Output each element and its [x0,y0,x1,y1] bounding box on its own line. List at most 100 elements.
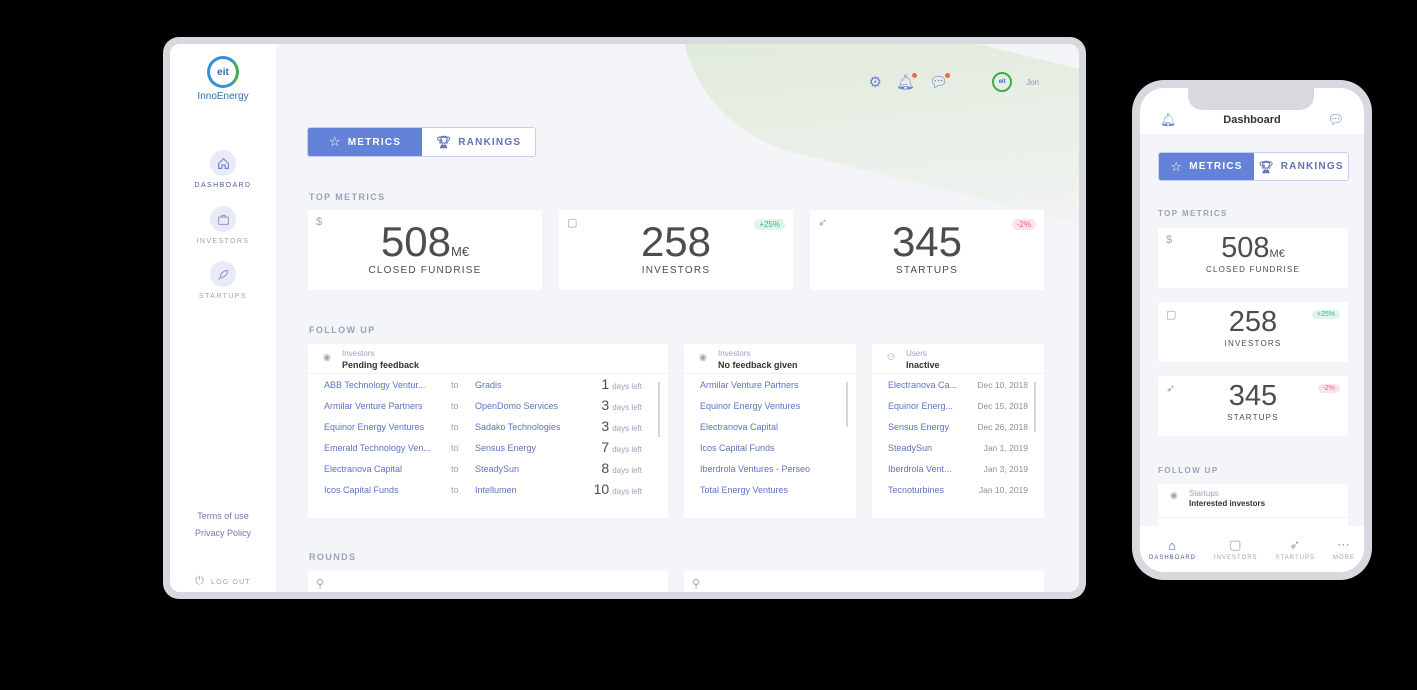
chat-icon[interactable]: 💬︎ [1327,112,1344,128]
bottom-nav-more[interactable]: ⋯ MORE [1333,537,1355,561]
investor-link[interactable]: ABB Technology Ventur... [324,380,436,390]
startup-link[interactable]: Gradis [475,380,585,390]
section-title-follow-up: FOLLOW UP [309,325,376,335]
investor-link[interactable]: Icos Capital Funds [324,485,436,495]
metric-card-startups[interactable]: ➶ -2% 345 STARTUPS [1158,376,1348,436]
terms-link[interactable]: Terms of use [170,511,276,521]
brand-logo[interactable]: eit InnoEnergy [170,56,276,102]
bottom-nav-dashboard[interactable]: ⌂ DASHBOARD [1149,538,1196,561]
list-item[interactable]: Equinor Energy Ventures [684,401,856,422]
followup-subtitle: Users [906,349,927,358]
metric-card-investors[interactable]: ▢ +25% 258 INVESTORS [559,210,793,290]
section-title-rounds: ROUNDS [309,552,357,562]
phone-screen: 🔔︎ Dashboard 💬︎ ☆ METRICS 🏆︎ RANKINGS TOP … [1140,88,1364,572]
user-link[interactable]: SteadySun [888,443,960,453]
days-label: days left [612,466,642,475]
user-link[interactable]: Tecnoturbines [888,485,960,495]
days-number: 10 [593,481,610,497]
startup-link[interactable]: OpenDomo Services [475,401,585,411]
chat-icon[interactable]: 💬︎ [929,73,951,91]
header-toolbar: ⚙ 🔔︎ 💬︎ eit Jon [869,72,1039,92]
rounds-card[interactable]: ⚲ [684,571,1044,592]
last-active-date: Jan 1, 2019 [983,443,1028,453]
list-item[interactable]: Iberdrola Vent... Jan 3, 2019 [872,464,1044,485]
startup-link[interactable]: Sensus Energy [475,443,585,453]
tab-metrics[interactable]: ☆ METRICS [1159,153,1254,180]
more-icon: ⋯ [1336,537,1351,552]
sidebar-item-startups[interactable]: STARTUPS [170,261,276,300]
section-title-follow-up: FOLLOW UP [1158,466,1219,475]
followup-subtitle: Startups [1189,489,1219,498]
bottom-nav-startups[interactable]: ➶ STARTUPS [1276,537,1315,561]
bottom-nav-investors[interactable]: ▢ INVESTORS [1214,537,1258,561]
metric-card-investors[interactable]: ▢ +25% 258 INVESTORS [1158,302,1348,362]
investor-link[interactable]: Electranova Capital [324,464,436,474]
list-item[interactable]: Tecnoturbines Jan 10, 2019 [872,485,1044,506]
logout-button[interactable]: ⏻ LOG OUT [170,575,276,588]
startup-link[interactable]: SteadySun [475,464,585,474]
list-item[interactable]: Iberdrola Ventures - Perseo [684,464,856,485]
scrollbar[interactable] [658,382,660,437]
user-icon: ⚇ [887,352,896,362]
tab-rankings[interactable]: 🏆︎ RANKINGS [1254,153,1348,180]
user-name[interactable]: Jon [1026,78,1039,87]
investor-link[interactable]: Icos Capital Funds [700,443,840,453]
list-item[interactable]: Armilar Venture Partners [684,380,856,401]
list-item[interactable]: Equinor Energ... Dec 15, 2018 [872,401,1044,422]
list-item[interactable]: Sensus Energy Dec 26, 2018 [872,422,1044,443]
metric-caption: INVESTORS [1224,339,1282,348]
list-item[interactable]: Icos Capital Funds [684,443,856,464]
metric-card-fundraise[interactable]: $ 508M€ CLOSED FUNDRISE [308,210,542,290]
tab-metrics-label: METRICS [347,136,402,148]
investor-link[interactable]: Electranova Capital [700,422,840,432]
avatar[interactable]: eit [992,72,1013,92]
list-item[interactable]: Electranova Ca... Dec 10, 2018 [872,380,1044,401]
investor-link[interactable]: Total Energy Ventures [700,485,840,495]
investor-link[interactable]: Equinor Energy Ventures [700,401,840,411]
scrollbar[interactable] [1034,382,1036,432]
days-label: days left [612,424,642,433]
metric-card-startups[interactable]: ➶ -2% 345 STARTUPS [810,210,1044,290]
gear-icon[interactable]: ⚙ [869,73,882,91]
tab-metrics[interactable]: ☆ METRICS [308,128,422,156]
user-link[interactable]: Electranova Ca... [888,380,960,390]
investor-link[interactable]: Armilar Venture Partners [700,380,840,390]
list-item[interactable]: Total Energy Ventures [684,485,856,506]
days-left: 8 days left [601,460,642,476]
investor-link[interactable]: Iberdrola Ventures - Perseo [700,464,840,474]
tab-rankings[interactable]: 🏆︎ RANKINGS [422,128,535,156]
to-label: to [451,401,459,411]
days-number: 3 [601,418,610,434]
days-number: 3 [601,397,610,413]
brand-name: InnoEnergy [197,91,249,102]
investor-link[interactable]: Armilar Venture Partners [324,401,436,411]
to-label: to [451,464,459,474]
startup-link[interactable]: Intellumen [475,485,585,495]
days-left: 3 days left [601,397,642,413]
investor-link[interactable]: Emerald Technology Ven... [324,443,436,453]
rounds-card[interactable]: ⚲ [308,571,668,592]
days-number: 7 [601,439,610,455]
list-item[interactable]: Icos Capital Funds to Intellumen 10 days lef… [308,481,668,506]
privacy-link[interactable]: Privacy Policy [170,528,276,538]
list-item[interactable]: Electranova Capital [684,422,856,443]
user-link[interactable]: Equinor Energ... [888,401,960,411]
list-item[interactable]: SteadySun Jan 1, 2019 [872,443,1044,464]
scrollbar[interactable] [846,382,848,427]
to-label: to [451,422,459,432]
user-link[interactable]: Sensus Energy [888,422,960,432]
bell-icon[interactable]: 🔔︎ [896,73,918,91]
metric-card-fundraise[interactable]: $ 508M€ CLOSED FUNDRISE [1158,228,1348,288]
sidebar-item-dashboard[interactable]: DASHBOARD [170,150,276,189]
metric-value: 508M€ [1158,232,1348,265]
sidebar-item-label: INVESTORS [196,238,250,245]
followup-card-header: ◉ Investors Pending feedback [308,344,668,374]
startup-link[interactable]: Sadako Technologies [475,422,585,432]
sidebar-item-investors[interactable]: INVESTORS [170,206,276,245]
home-icon: ⌂ [1168,537,1177,553]
metric-unit: M€ [451,244,470,259]
days-left: 3 days left [601,418,642,434]
user-link[interactable]: Iberdrola Vent... [888,464,960,474]
followup-card-inactive: ⚇ Users Inactive Electranova Ca... Dec 10… [872,344,1044,518]
investor-link[interactable]: Equinor Energy Ventures [324,422,436,432]
